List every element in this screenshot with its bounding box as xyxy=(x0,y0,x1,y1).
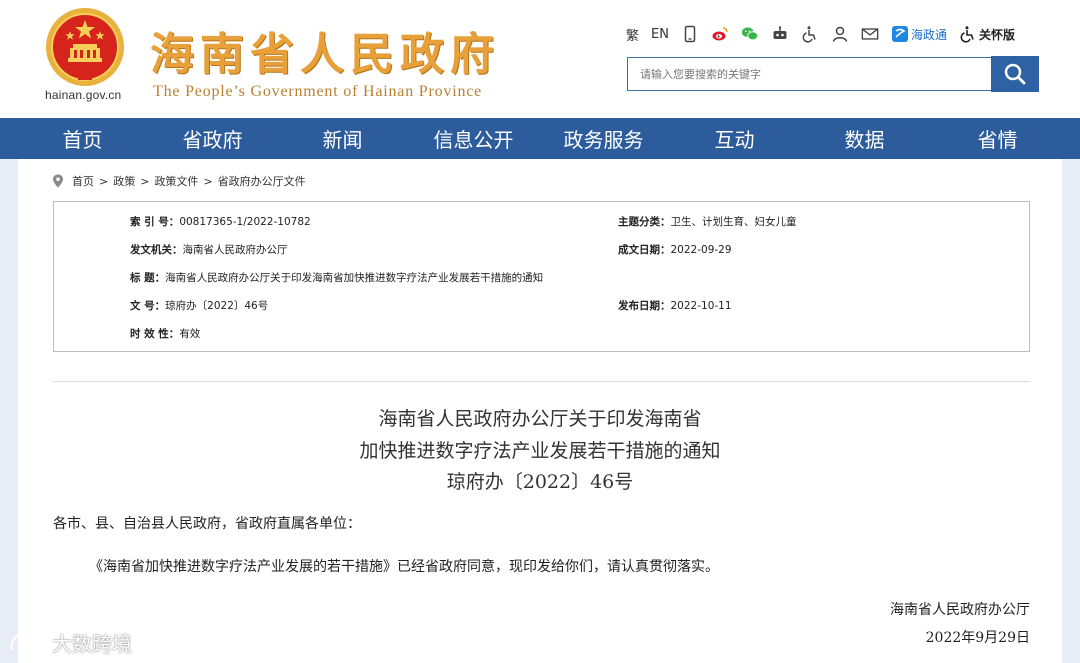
doc-number-row: 文 号：琼府办〔2022〕46号 xyxy=(130,298,268,313)
document-title-line-1: 海南省人民政府办公厅关于印发海南省 xyxy=(378,408,702,430)
issuer-row: 发文机关：海南省人民政府办公厅 xyxy=(130,242,288,257)
breadcrumb-separator: > xyxy=(140,174,150,188)
site-title[interactable]: 海南省人民政府 xyxy=(150,18,500,82)
care-mode-label: 关怀版 xyxy=(978,27,1015,42)
user-icon xyxy=(832,26,848,42)
document-date: 2022年9月29日 xyxy=(925,630,1030,646)
watermark-text: 大数跨境 xyxy=(52,632,132,656)
mail-icon xyxy=(861,28,879,40)
topic-label: 主题分类： xyxy=(618,216,671,228)
published-date-value: 2022-10-11 xyxy=(670,300,732,312)
content-divider xyxy=(53,381,1030,382)
validity-label: 时 效 性： xyxy=(130,328,180,340)
mobile-phone-icon xyxy=(684,25,696,43)
title-label: 标 题： xyxy=(130,272,166,284)
breadcrumb-office-documents[interactable]: 省政府办公厅文件 xyxy=(218,173,306,189)
site-subtitle: The People’s Government of Hainan Provin… xyxy=(153,83,483,100)
index-number-value: 00817365-1/2022-10782 xyxy=(179,216,311,228)
hainan-app-icon xyxy=(891,26,908,42)
hainan-app-label: 海政通 xyxy=(910,27,947,42)
care-mode-link[interactable]: 关怀版 xyxy=(959,25,1015,43)
nav-item-interaction[interactable]: 互动 xyxy=(685,118,784,159)
search-box xyxy=(627,57,992,91)
issuer-value: 海南省人民政府办公厅 xyxy=(182,244,288,256)
search-button[interactable] xyxy=(991,56,1039,92)
weibo-link[interactable] xyxy=(711,25,729,43)
document-title-line-2: 加快推进数字疗法产业发展若干措施的通知 xyxy=(359,440,721,462)
user-login-link[interactable] xyxy=(831,25,849,43)
email-link[interactable] xyxy=(861,25,879,43)
search-icon xyxy=(1004,63,1026,85)
topic-row: 主题分类：卫生、计划生育、妇女儿童 xyxy=(618,214,797,229)
site-domain: hainan.gov.cn xyxy=(45,88,122,102)
index-number-row: 索 引 号：00817365-1/2022-10782 xyxy=(130,214,311,229)
national-emblem-icon[interactable] xyxy=(44,6,126,88)
nav-item-home[interactable]: 首页 xyxy=(0,118,165,159)
breadcrumb-separator: > xyxy=(99,174,109,188)
nav-item-information-disclosure[interactable]: 信息公开 xyxy=(425,118,522,159)
published-date-label: 发布日期： xyxy=(618,300,671,312)
topic-value: 卫生、计划生育、妇女儿童 xyxy=(670,216,797,228)
validity-row: 时 效 性：有效 xyxy=(130,326,200,341)
created-date-label: 成文日期： xyxy=(618,244,671,256)
watermark-logo-icon xyxy=(10,633,48,650)
document-paragraph: 《海南省加快推进数字疗法产业发展的若干措施》已经省政府同意，现印发给你们，请认真… xyxy=(89,559,719,575)
main-nav: 首页 省政府 新闻 信息公开 政务服务 互动 数据 省情 xyxy=(0,118,1080,159)
breadcrumb-separator: > xyxy=(203,174,213,188)
wheelchair-icon xyxy=(802,26,816,43)
wechat-link[interactable] xyxy=(741,25,759,43)
issuer-label: 发文机关： xyxy=(130,244,183,256)
robot-icon xyxy=(773,26,787,39)
english-link[interactable]: EN xyxy=(651,27,669,42)
breadcrumb-policy[interactable]: 政策 xyxy=(113,173,135,189)
document-number: 琼府办〔2022〕46号 xyxy=(446,471,634,493)
site-header: hainan.gov.cn 海南省人民政府 The People’s Gover… xyxy=(0,0,1080,118)
traditional-chinese-link[interactable]: 繁 xyxy=(626,25,639,44)
breadcrumb-policy-documents[interactable]: 政策文件 xyxy=(154,173,198,189)
nav-item-government-services[interactable]: 政务服务 xyxy=(522,118,685,159)
breadcrumb: 首页 > 政策 > 政策文件 > 省政府办公厅文件 xyxy=(52,173,306,189)
nav-item-provincial-government[interactable]: 省政府 xyxy=(165,118,260,159)
watermark: 大数跨境 xyxy=(8,628,132,657)
weibo-icon xyxy=(712,27,728,41)
breadcrumb-home[interactable]: 首页 xyxy=(72,173,94,189)
created-date-row: 成文日期：2022-09-29 xyxy=(618,242,732,257)
title-row: 标 题：海南省人民政府办公厅关于印发海南省加快推进数字疗法产业发展若干措施的通知 xyxy=(130,270,543,285)
header-toolbar: 繁 EN 海政通 关怀版 xyxy=(626,22,1027,46)
document-greeting: 各市、县、自治县人民政府，省政府直属各单位： xyxy=(53,516,361,532)
published-date-row: 发布日期：2022-10-11 xyxy=(618,298,732,313)
wechat-icon xyxy=(741,27,759,41)
nav-item-data[interactable]: 数据 xyxy=(784,118,945,159)
traditional-label: 繁 xyxy=(626,28,640,44)
doc-number-value: 琼府办〔2022〕46号 xyxy=(165,300,269,312)
nav-item-news[interactable]: 新闻 xyxy=(260,118,425,159)
nav-item-province-overview[interactable]: 省情 xyxy=(945,118,1050,159)
robot-assistant-link[interactable] xyxy=(771,25,789,43)
doc-number-label: 文 号： xyxy=(130,300,166,312)
created-date-value: 2022-09-29 xyxy=(670,244,732,256)
english-label: EN xyxy=(651,26,669,42)
location-pin-icon xyxy=(53,174,63,188)
accessibility-link[interactable] xyxy=(801,25,819,43)
index-number-label: 索 引 号： xyxy=(130,216,180,228)
search-input[interactable] xyxy=(628,58,991,90)
care-mode-icon xyxy=(960,26,974,43)
hainan-app-link[interactable]: 海政通 xyxy=(891,25,947,43)
mobile-link[interactable] xyxy=(681,25,699,43)
validity-value: 有效 xyxy=(179,328,201,340)
title-value: 海南省人民政府办公厅关于印发海南省加快推进数字疗法产业发展若干措施的通知 xyxy=(165,272,544,284)
document-signer: 海南省人民政府办公厅 xyxy=(890,602,1030,618)
